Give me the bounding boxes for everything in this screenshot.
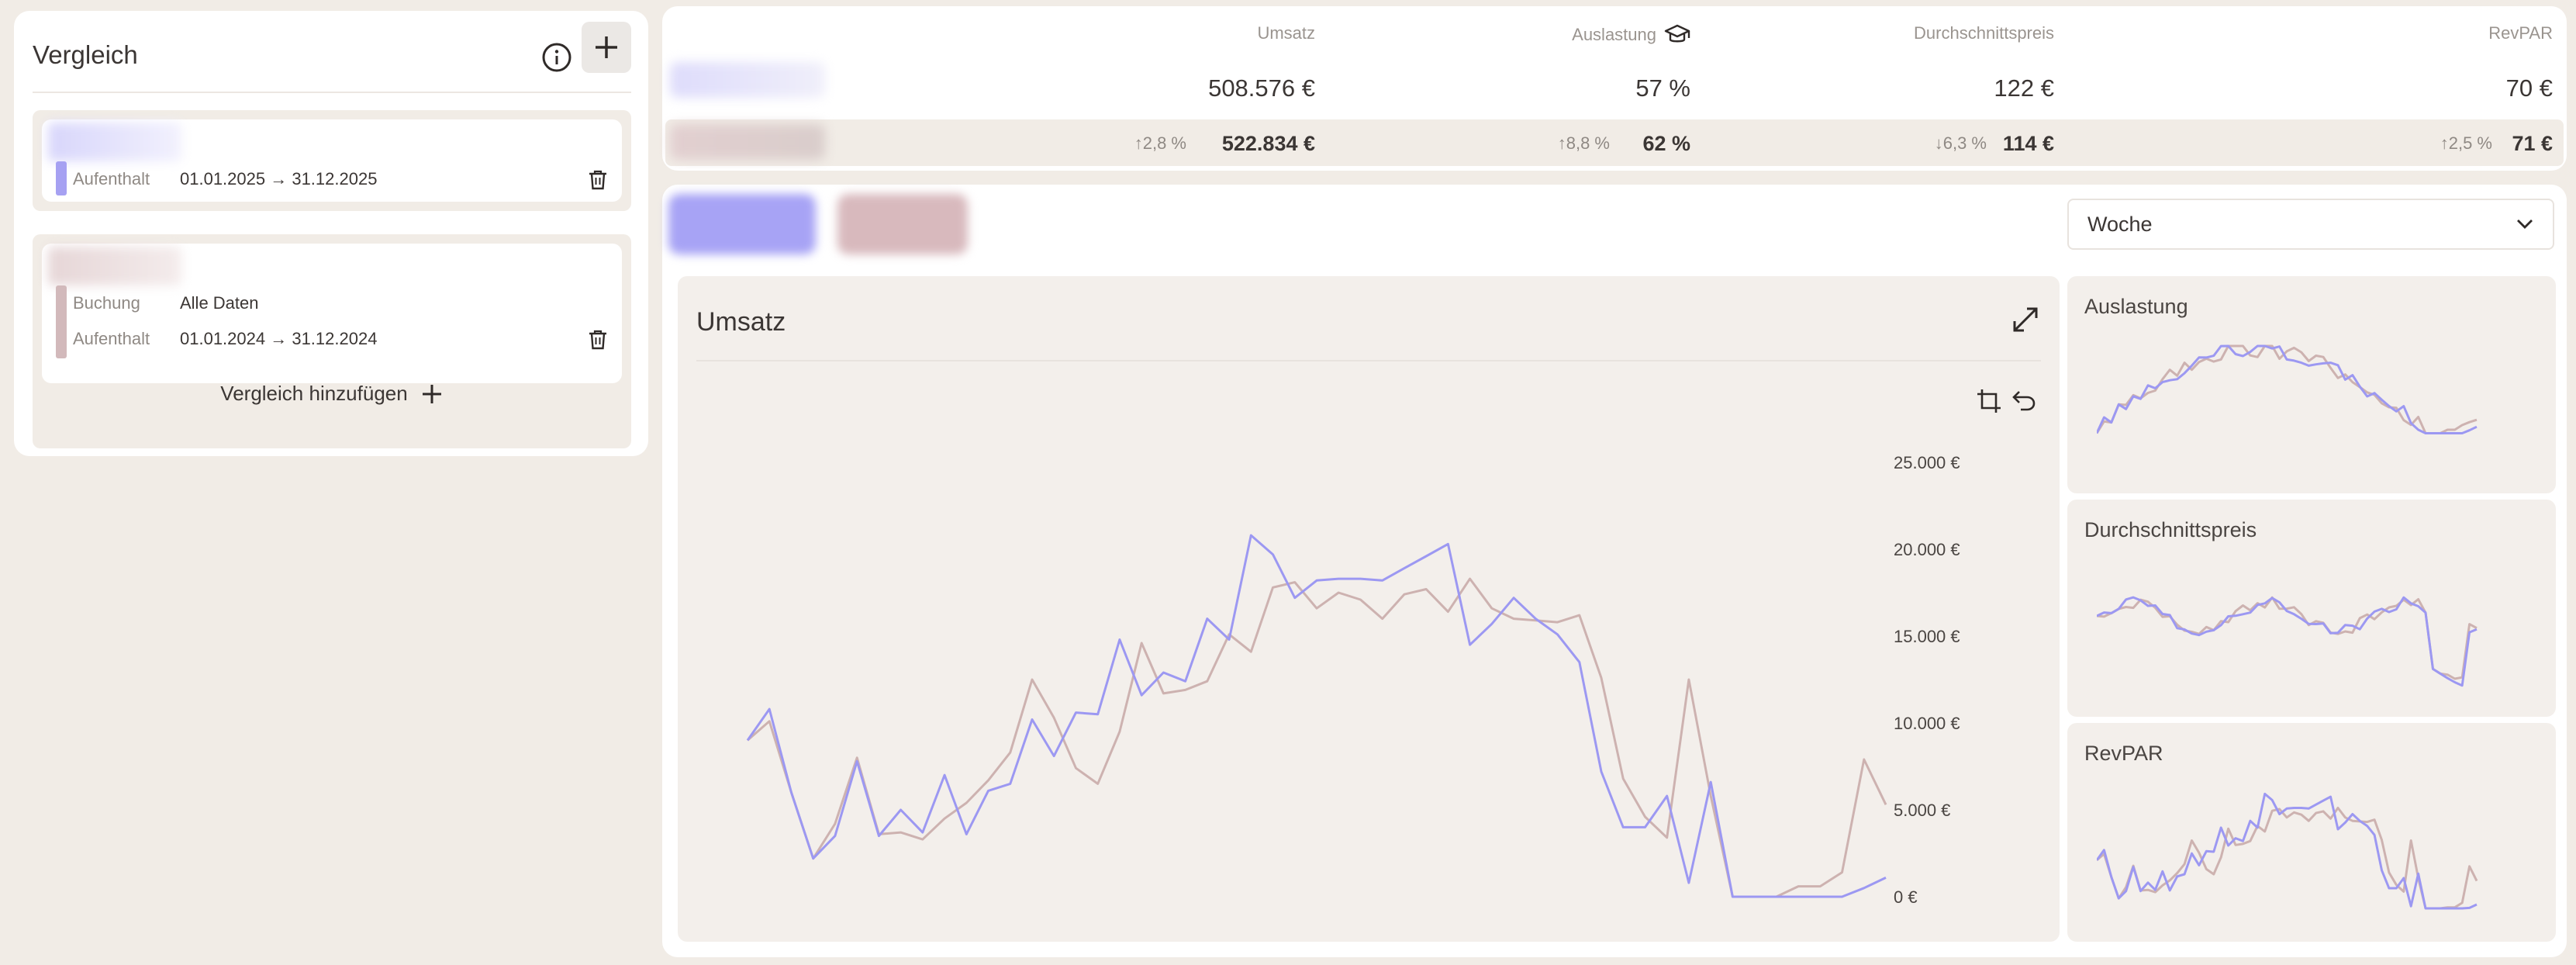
y-tick-label: 20.000 € [1894,540,1960,559]
info-icon [542,43,571,72]
arrow-up-icon: ↑ [2440,133,2449,153]
chevron-down-icon [2517,220,2533,229]
series-toggle-primary[interactable] [668,194,816,254]
row-label: Aufenthalt [73,169,150,189]
auslastung-card[interactable]: Auslastung [2067,276,2556,493]
kpi-value-umsatz: 508.576 € [1208,74,1315,102]
add-comparison-link[interactable]: Vergleich hinzufügen [33,382,631,406]
blurred-label [48,123,181,161]
add-comparison-button[interactable] [582,22,631,73]
y-tick-label: 0 € [1894,887,1918,907]
kpi-delta-umsatz: ↑2,8 % [1134,133,1186,153]
compare-row [665,119,2564,166]
kpi-value-revpar: 70 € [2505,74,2553,102]
row-value: 01.01.2025 → 31.12.2025 [180,169,378,189]
kpi-header-label: Auslastung [1572,25,1656,44]
trash-icon[interactable] [588,169,608,191]
comparison-card: Buchung Alle Daten Aufenthalt 01.01.2024… [33,234,631,448]
kpi-header-auslastung: Auslastung [1572,23,1690,47]
comparison-card-body[interactable]: Aufenthalt 01.01.2025 → 31.12.2025 [42,119,622,202]
series-toggle-compare[interactable] [837,194,968,254]
y-tick-label: 15.000 € [1894,627,1960,646]
arrow-up-icon: ↑ [1557,133,1566,153]
kpi-header-umsatz: Umsatz [1257,23,1315,43]
umsatz-line-chart[interactable]: 0 € 5.000 € 10.000 € 15.000 € 20.000 € 25.000… [678,276,2060,942]
period-select-value: Woche [2087,212,2153,236]
graduation-cap-icon[interactable] [1664,23,1690,47]
plus-icon [422,384,441,403]
row-value: Alle Daten [180,293,259,313]
kpi-value-durchschnittspreis: 122 € [1994,74,2054,102]
trash-icon[interactable] [588,329,608,351]
blurred-series-name [670,124,825,160]
chart-panel: Woche Umsatz 0 €5.000 €10.000 €15.000 €2… [662,185,2567,957]
comparison-card: Aufenthalt 01.01.2025 → 31.12.2025 [33,110,631,211]
blurred-series-name [670,62,825,98]
header-divider [33,92,631,93]
auslastung-sparkline [2097,344,2478,434]
kpi-compare-umsatz: 522.834 € [1221,132,1315,155]
comparison-card-body[interactable]: Buchung Alle Daten Aufenthalt 01.01.2024… [42,244,622,383]
series-color-bar [56,285,67,358]
revpar-sparkline [2097,792,2478,910]
kpi-compare-auslastung: 62 % [1642,132,1690,155]
arrow-up-icon: ↑ [1134,133,1143,153]
row-value: 01.01.2024 → 31.12.2024 [180,329,378,348]
sparkline-compare [2097,807,2478,910]
y-tick-label: 10.000 € [1894,714,1960,733]
durchschnittspreis-card[interactable]: Durchschnittspreis [2067,500,2556,717]
kpi-header-revpar: RevPAR [2488,23,2553,43]
arrow-down-icon: ↓ [1934,133,1943,153]
blurred-label [48,247,181,285]
kpi-header-durchschnittspreis: Durchschnittspreis [1914,23,2054,43]
plus-icon [596,36,617,58]
sparkline-primary [2097,596,2478,687]
series-color-bar [56,161,67,195]
y-tick-label: 5.000 € [1894,801,1950,820]
durchschnittspreis-sparkline [2097,596,2478,687]
series-line-compare[interactable] [747,577,1887,898]
kpi-compare-durchschnittspreis: 114 € [2002,132,2054,155]
info-button[interactable] [523,29,591,85]
series-line-primary[interactable] [746,534,1887,898]
kpi-table: Umsatz Auslastung Durchschnittspreis Rev… [662,6,2567,171]
kpi-value-auslastung: 57 % [1635,74,1690,102]
kpi-compare-revpar: 71 € [2512,132,2553,155]
y-tick-label: 25.000 € [1894,453,1960,472]
kpi-delta-auslastung: ↑8,8 % [1557,133,1610,153]
umsatz-chart-card: Umsatz 0 €5.000 €10.000 €15.000 €20.000 … [678,276,2060,942]
revpar-card[interactable]: RevPAR [2067,723,2556,942]
comparison-title: Vergleich [33,40,138,69]
kpi-delta-revpar: ↑2,5 % [2440,133,2492,153]
period-select[interactable]: Woche [2067,199,2554,250]
comparison-panel: Vergleich Aufenthalt 01.01.2025 → 31.12.… [14,11,648,456]
kpi-delta-durchschnittspreis: ↓6,3 % [1934,133,1987,153]
row-label: Aufenthalt [73,329,150,348]
add-comparison-label: Vergleich hinzufügen [220,382,408,405]
row-label: Buchung [73,293,140,313]
